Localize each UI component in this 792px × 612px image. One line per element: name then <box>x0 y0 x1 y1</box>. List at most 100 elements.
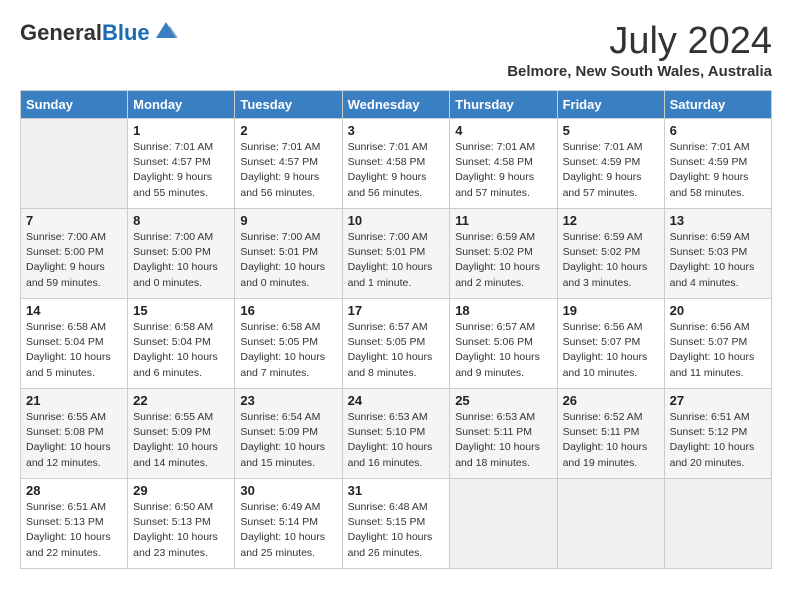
day-number: 23 <box>240 393 336 408</box>
day-number: 27 <box>670 393 766 408</box>
calendar-cell: 13 Sunrise: 6:59 AMSunset: 5:03 PMDayligh… <box>664 209 771 299</box>
calendar-cell: 23 Sunrise: 6:54 AMSunset: 5:09 PMDayligh… <box>235 389 342 479</box>
day-number: 22 <box>133 393 229 408</box>
calendar-cell: 28Sunrise: 6:51 AMSunset: 5:13 PMDayligh… <box>21 479 128 569</box>
calendar-cell: 18Sunrise: 6:57 AMSunset: 5:06 PMDayligh… <box>450 299 557 389</box>
day-info: Sunrise: 6:54 AMSunset: 5:09 PMDaylight:… <box>240 410 336 471</box>
day-number: 6 <box>670 123 766 138</box>
calendar-cell: 16 Sunrise: 6:58 AMSunset: 5:05 PMDayligh… <box>235 299 342 389</box>
title-block: July 2024 Belmore, New South Wales, Aust… <box>507 20 772 80</box>
day-info: Sunrise: 6:48 AMSunset: 5:15 PMDaylight:… <box>348 500 445 561</box>
calendar-cell: 1 Sunrise: 7:01 AMSunset: 4:57 PMDaylight… <box>128 119 235 209</box>
day-number: 20 <box>670 303 766 318</box>
calendar-cell: 5Sunrise: 7:01 AMSunset: 4:59 PMDaylight… <box>557 119 664 209</box>
logo: GeneralBlue <box>20 20 180 46</box>
week-row-3: 14 Sunrise: 6:58 AMSunset: 5:04 PMDayligh… <box>21 299 772 389</box>
day-number: 9 <box>240 213 336 228</box>
day-info: Sunrise: 6:53 AMSunset: 5:11 PMDaylight:… <box>455 410 551 471</box>
day-info: Sunrise: 6:58 AMSunset: 5:05 PMDaylight:… <box>240 320 336 381</box>
day-number: 30 <box>240 483 336 498</box>
day-info: Sunrise: 6:55 AMSunset: 5:09 PMDaylight:… <box>133 410 229 471</box>
calendar-cell: 17 Sunrise: 6:57 AMSunset: 5:05 PMDayligh… <box>342 299 450 389</box>
column-header-thursday: Thursday <box>450 91 557 119</box>
page-header: GeneralBlue July 2024 Belmore, New South… <box>20 20 772 80</box>
column-header-sunday: Sunday <box>21 91 128 119</box>
day-info: Sunrise: 6:58 AMSunset: 5:04 PMDaylight:… <box>26 320 122 381</box>
calendar-cell: 27 Sunrise: 6:51 AMSunset: 5:12 PMDayligh… <box>664 389 771 479</box>
day-info: Sunrise: 7:00 AMSunset: 5:01 PMDaylight:… <box>240 230 336 291</box>
column-header-wednesday: Wednesday <box>342 91 450 119</box>
calendar-cell: 30 Sunrise: 6:49 AMSunset: 5:14 PMDayligh… <box>235 479 342 569</box>
column-header-monday: Monday <box>128 91 235 119</box>
day-number: 14 <box>26 303 122 318</box>
day-number: 19 <box>563 303 659 318</box>
day-number: 17 <box>348 303 445 318</box>
week-row-4: 21 Sunrise: 6:55 AMSunset: 5:08 PMDayligh… <box>21 389 772 479</box>
day-number: 25 <box>455 393 551 408</box>
calendar-cell: 12 Sunrise: 6:59 AMSunset: 5:02 PMDayligh… <box>557 209 664 299</box>
week-row-2: 7Sunrise: 7:00 AMSunset: 5:00 PMDaylight… <box>21 209 772 299</box>
calendar-cell: 4 Sunrise: 7:01 AMSunset: 4:58 PMDaylight… <box>450 119 557 209</box>
day-info: Sunrise: 7:00 AMSunset: 5:00 PMDaylight:… <box>133 230 229 291</box>
day-number: 21 <box>26 393 122 408</box>
calendar-cell: 15 Sunrise: 6:58 AMSunset: 5:04 PMDayligh… <box>128 299 235 389</box>
calendar-cell: 11Sunrise: 6:59 AMSunset: 5:02 PMDayligh… <box>450 209 557 299</box>
calendar-cell: 3 Sunrise: 7:01 AMSunset: 4:58 PMDaylight… <box>342 119 450 209</box>
day-info: Sunrise: 6:51 AMSunset: 5:12 PMDaylight:… <box>670 410 766 471</box>
day-number: 16 <box>240 303 336 318</box>
day-number: 1 <box>133 123 229 138</box>
calendar-cell: 2 Sunrise: 7:01 AMSunset: 4:57 PMDaylight… <box>235 119 342 209</box>
day-number: 2 <box>240 123 336 138</box>
calendar-cell <box>664 479 771 569</box>
day-number: 4 <box>455 123 551 138</box>
day-info: Sunrise: 6:57 AMSunset: 5:05 PMDaylight:… <box>348 320 445 381</box>
day-info: Sunrise: 6:59 AMSunset: 5:02 PMDaylight:… <box>455 230 551 291</box>
calendar-cell: 21 Sunrise: 6:55 AMSunset: 5:08 PMDayligh… <box>21 389 128 479</box>
calendar-cell <box>450 479 557 569</box>
day-info: Sunrise: 7:01 AMSunset: 4:57 PMDaylight:… <box>240 140 336 201</box>
day-number: 10 <box>348 213 445 228</box>
calendar-cell <box>21 119 128 209</box>
day-info: Sunrise: 6:59 AMSunset: 5:02 PMDaylight:… <box>563 230 659 291</box>
day-number: 28 <box>26 483 122 498</box>
column-header-friday: Friday <box>557 91 664 119</box>
day-info: Sunrise: 6:56 AMSunset: 5:07 PMDaylight:… <box>563 320 659 381</box>
day-info: Sunrise: 6:52 AMSunset: 5:11 PMDaylight:… <box>563 410 659 471</box>
day-number: 15 <box>133 303 229 318</box>
day-info: Sunrise: 6:56 AMSunset: 5:07 PMDaylight:… <box>670 320 766 381</box>
day-info: Sunrise: 7:01 AMSunset: 4:58 PMDaylight:… <box>455 140 551 201</box>
calendar-header-row: SundayMondayTuesdayWednesdayThursdayFrid… <box>21 91 772 119</box>
day-number: 12 <box>563 213 659 228</box>
week-row-1: 1 Sunrise: 7:01 AMSunset: 4:57 PMDaylight… <box>21 119 772 209</box>
calendar-cell: 26 Sunrise: 6:52 AMSunset: 5:11 PMDayligh… <box>557 389 664 479</box>
day-info: Sunrise: 7:01 AMSunset: 4:57 PMDaylight:… <box>133 140 229 201</box>
logo-blue: Blue <box>102 20 150 46</box>
day-info: Sunrise: 6:53 AMSunset: 5:10 PMDaylight:… <box>348 410 445 471</box>
day-info: Sunrise: 7:01 AMSunset: 4:58 PMDaylight:… <box>348 140 445 201</box>
calendar-cell: 6 Sunrise: 7:01 AMSunset: 4:59 PMDaylight… <box>664 119 771 209</box>
day-info: Sunrise: 7:01 AMSunset: 4:59 PMDaylight:… <box>670 140 766 201</box>
column-header-saturday: Saturday <box>664 91 771 119</box>
location: Belmore, New South Wales, Australia <box>507 63 772 80</box>
day-info: Sunrise: 6:57 AMSunset: 5:06 PMDaylight:… <box>455 320 551 381</box>
day-info: Sunrise: 7:01 AMSunset: 4:59 PMDaylight:… <box>563 140 659 201</box>
day-number: 3 <box>348 123 445 138</box>
calendar-cell: 22 Sunrise: 6:55 AMSunset: 5:09 PMDayligh… <box>128 389 235 479</box>
calendar-cell: 31 Sunrise: 6:48 AMSunset: 5:15 PMDayligh… <box>342 479 450 569</box>
day-number: 24 <box>348 393 445 408</box>
calendar-cell: 19 Sunrise: 6:56 AMSunset: 5:07 PMDayligh… <box>557 299 664 389</box>
day-info: Sunrise: 6:49 AMSunset: 5:14 PMDaylight:… <box>240 500 336 561</box>
day-number: 26 <box>563 393 659 408</box>
day-info: Sunrise: 6:59 AMSunset: 5:03 PMDaylight:… <box>670 230 766 291</box>
day-number: 31 <box>348 483 445 498</box>
calendar-cell <box>557 479 664 569</box>
calendar-cell: 29Sunrise: 6:50 AMSunset: 5:13 PMDayligh… <box>128 479 235 569</box>
day-info: Sunrise: 6:58 AMSunset: 5:04 PMDaylight:… <box>133 320 229 381</box>
calendar-cell: 20 Sunrise: 6:56 AMSunset: 5:07 PMDayligh… <box>664 299 771 389</box>
day-number: 13 <box>670 213 766 228</box>
day-info: Sunrise: 6:55 AMSunset: 5:08 PMDaylight:… <box>26 410 122 471</box>
calendar-cell: 10 Sunrise: 7:00 AMSunset: 5:01 PMDayligh… <box>342 209 450 299</box>
day-info: Sunrise: 7:00 AMSunset: 5:01 PMDaylight:… <box>348 230 445 291</box>
logo-icon <box>152 20 180 42</box>
day-info: Sunrise: 6:50 AMSunset: 5:13 PMDaylight:… <box>133 500 229 561</box>
